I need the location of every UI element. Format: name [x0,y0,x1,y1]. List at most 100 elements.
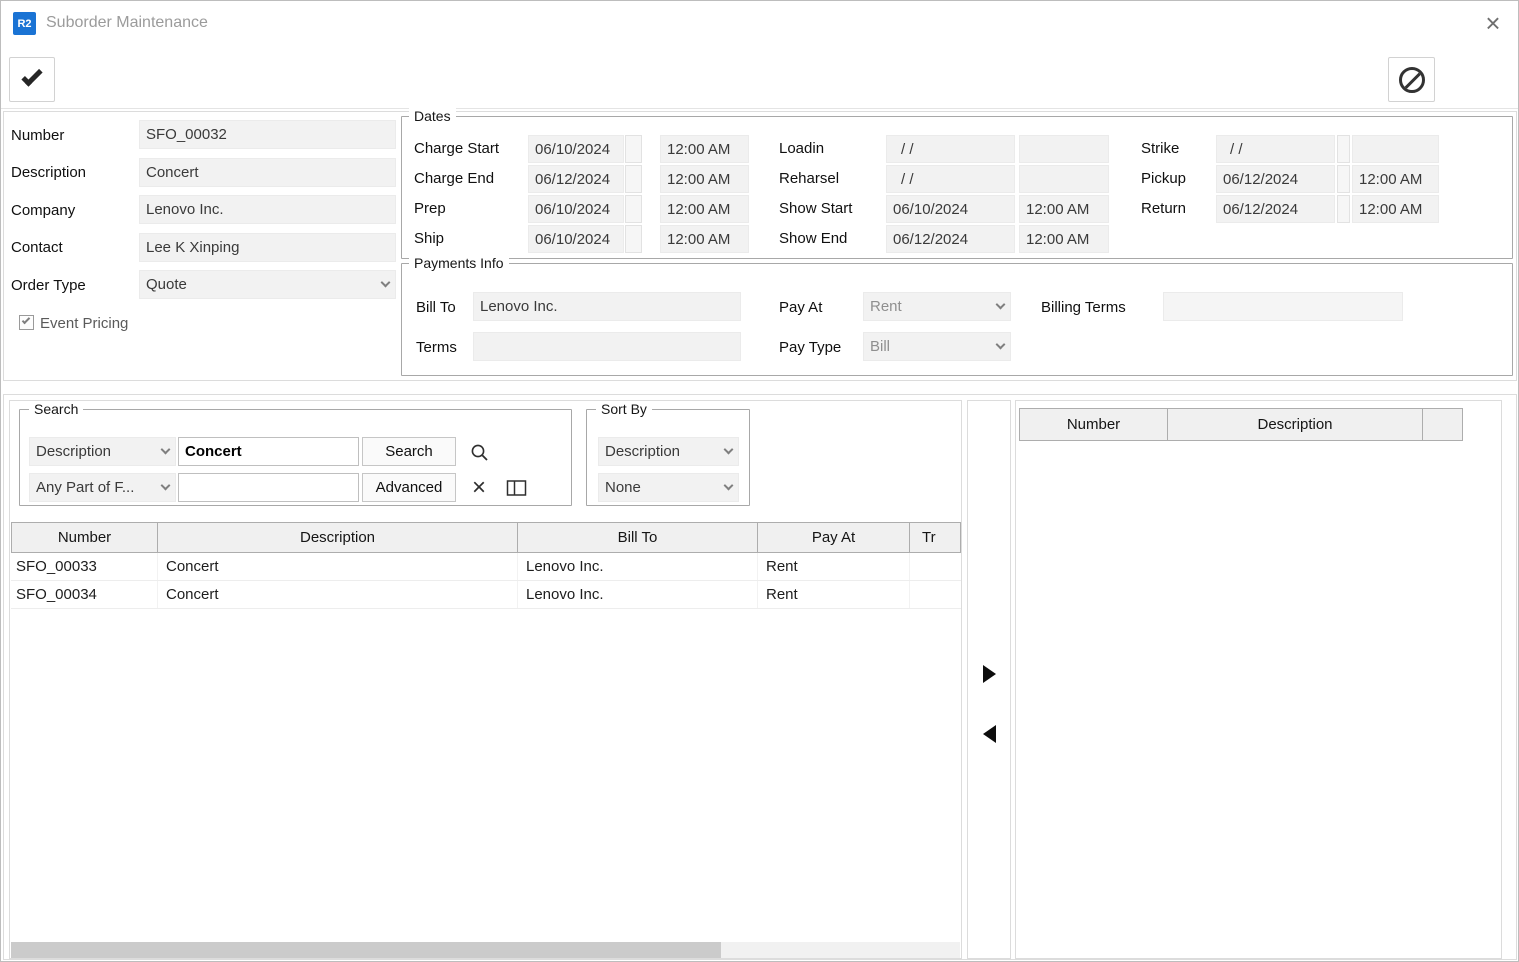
chevron-down-icon [724,481,734,491]
return-date-picker-button[interactable] [1337,195,1350,223]
move-right-button[interactable] [976,661,1002,687]
sort-secondary-value: None [605,479,641,496]
confirm-button[interactable] [9,57,55,102]
scrollbar-thumb[interactable] [11,942,721,958]
table-row[interactable]: SFO_00033 Concert Lenovo Inc. Rent [11,553,961,581]
results-header-billto[interactable]: Bill To [517,522,758,553]
return-time-field[interactable]: 12:00 AM [1352,195,1439,223]
reharsel-time-field[interactable] [1019,165,1109,193]
suborder-maintenance-window: R2 Suborder Maintenance × Number SFO_000… [0,0,1519,962]
charge-start-label: Charge Start [414,140,499,157]
pickup-time-field[interactable]: 12:00 AM [1352,165,1439,193]
ship-date-picker-button[interactable] [625,225,642,253]
search-match-dropdown[interactable]: Any Part of F... [29,473,176,502]
contact-field[interactable]: Lee K Xinping [139,233,396,262]
pay-type-label: Pay Type [779,339,841,356]
pay-at-dropdown[interactable]: Rent [863,292,1011,321]
chevron-down-icon [161,481,171,491]
search-icon [470,443,489,462]
target-table-body[interactable] [1019,442,1498,954]
number-label: Number [11,127,64,144]
cell-payat: Rent [758,581,910,608]
show-end-date-field[interactable]: 06/12/2024 [886,225,1015,253]
strike-date-picker-button[interactable] [1337,135,1350,163]
billing-terms-field[interactable] [1163,292,1403,321]
show-start-time-field[interactable]: 12:00 AM [1019,195,1109,223]
charge-end-date-field[interactable]: 06/12/2024 [528,165,624,193]
terms-field[interactable] [473,332,741,361]
toolbar-separator [1,108,1519,109]
results-header-number[interactable]: Number [11,522,158,553]
pay-type-dropdown[interactable]: Bill [863,332,1011,361]
target-header-filler [1422,408,1463,441]
description-label: Description [11,164,86,181]
search-query-input[interactable]: Concert [178,437,359,466]
search-title: Search [29,401,83,417]
bill-to-label: Bill To [416,299,456,316]
sort-secondary-dropdown[interactable]: None [598,473,739,502]
event-pricing-checkbox[interactable] [19,315,34,330]
table-row[interactable]: SFO_00034 Concert Lenovo Inc. Rent [11,581,961,609]
results-table: Number Description Bill To Pay At Tr SFO… [11,522,961,609]
prep-time-field[interactable]: 12:00 AM [660,195,749,223]
ship-date-field[interactable]: 06/10/2024 [528,225,624,253]
payments-title: Payments Info [409,255,509,271]
cell-number: SFO_00034 [11,581,158,608]
target-header-description[interactable]: Description [1167,408,1423,441]
pay-at-label: Pay At [779,299,822,316]
search-query2-input[interactable] [178,473,359,502]
charge-start-date-picker-button[interactable] [625,135,642,163]
cell-description: Concert [158,581,518,608]
event-pricing-label: Event Pricing [40,315,128,332]
move-left-button[interactable] [976,721,1002,747]
order-type-dropdown[interactable]: Quote [139,270,396,299]
pickup-date-picker-button[interactable] [1337,165,1350,193]
cancel-button[interactable] [1388,57,1435,102]
horizontal-scrollbar[interactable] [11,942,960,958]
cell-tr [910,553,961,580]
pickup-date-field[interactable]: 06/12/2024 [1216,165,1335,193]
cell-tr [910,581,961,608]
return-date-field[interactable]: 06/12/2024 [1216,195,1335,223]
strike-time-field[interactable] [1352,135,1439,163]
description-field[interactable]: Concert [139,158,396,187]
results-header-payat[interactable]: Pay At [757,522,910,553]
charge-start-time-field[interactable]: 12:00 AM [660,135,749,163]
split-view-button[interactable] [500,474,532,502]
sort-primary-value: Description [605,443,680,460]
results-header-tr[interactable]: Tr [909,522,961,553]
prep-date-field[interactable]: 06/10/2024 [528,195,624,223]
clear-search-button[interactable]: × [463,474,495,502]
loadin-date-field[interactable]: / / [886,135,1015,163]
contact-label: Contact [11,239,63,256]
search-lookup-button[interactable] [463,438,495,466]
close-button[interactable]: × [1479,9,1507,37]
bill-to-field[interactable]: Lenovo Inc. [473,292,741,321]
search-field-dropdown[interactable]: Description [29,437,176,466]
check-icon [21,65,42,86]
search-button[interactable]: Search [362,437,456,466]
checkbox-check-icon [22,316,30,324]
prep-date-picker-button[interactable] [625,195,642,223]
number-field[interactable]: SFO_00032 [139,120,396,149]
sort-primary-dropdown[interactable]: Description [598,437,739,466]
results-header-description[interactable]: Description [157,522,518,553]
loadin-label: Loadin [779,140,824,157]
charge-start-date-field[interactable]: 06/10/2024 [528,135,624,163]
show-start-date-field[interactable]: 06/10/2024 [886,195,1015,223]
reharsel-date-field[interactable]: / / [886,165,1015,193]
target-header-number[interactable]: Number [1019,408,1168,441]
company-field[interactable]: Lenovo Inc. [139,195,396,224]
chevron-down-icon [996,340,1006,350]
cell-description: Concert [158,553,518,580]
ship-time-field[interactable]: 12:00 AM [660,225,749,253]
loadin-time-field[interactable] [1019,135,1109,163]
strike-date-field[interactable]: / / [1216,135,1335,163]
terms-label: Terms [416,339,457,356]
pay-type-value: Bill [870,338,890,355]
charge-end-time-field[interactable]: 12:00 AM [660,165,749,193]
advanced-button[interactable]: Advanced [362,473,456,502]
show-end-time-field[interactable]: 12:00 AM [1019,225,1109,253]
charge-end-date-picker-button[interactable] [625,165,642,193]
cell-billto: Lenovo Inc. [518,553,758,580]
